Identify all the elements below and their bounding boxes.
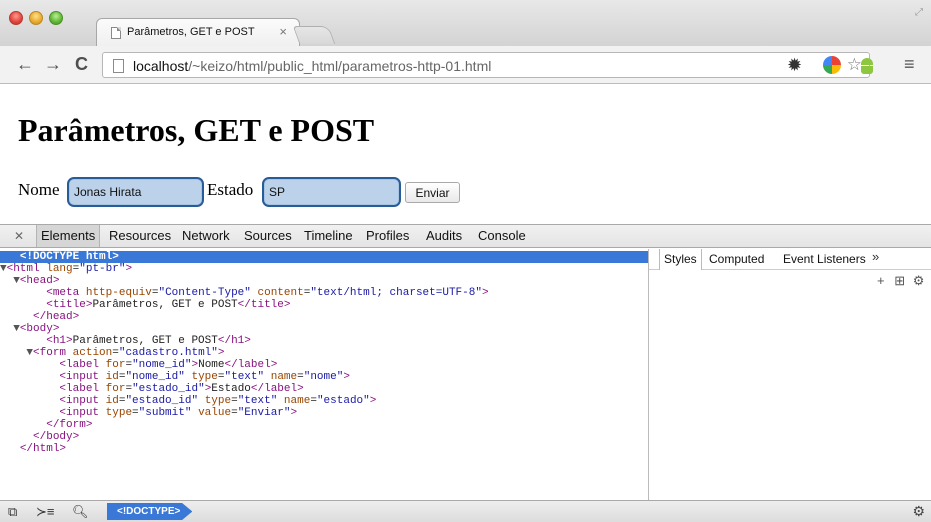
dom-tree-node[interactable]: </form> xyxy=(0,419,648,431)
tab-network[interactable]: Network xyxy=(178,225,234,247)
dom-tree-node[interactable]: <h1>Parâmetros, GET e POST</h1> xyxy=(0,335,648,347)
tab-resources[interactable]: Resources xyxy=(105,225,175,247)
gear-icon[interactable]: ⚙ xyxy=(913,273,925,288)
dom-tree-node[interactable]: <label for="estado_id">Estado</label> xyxy=(0,383,648,395)
page-content: Parâmetros, GET e POST Nome Estado Envia… xyxy=(0,85,931,225)
element-state-icon[interactable]: ⊞ xyxy=(894,273,905,288)
styles-toolbar: + ⊞ ⚙ xyxy=(877,273,924,289)
dom-tree-node[interactable]: ▼<body> xyxy=(0,323,648,335)
elements-tree[interactable]: <!DOCTYPE html> ▼<html lang="pt-br"> ▼<he… xyxy=(0,249,648,500)
page-icon xyxy=(113,59,124,73)
arrow-right-icon[interactable]: → xyxy=(44,54,62,74)
dom-tree-node[interactable]: <meta http-equiv="Content-Type" content=… xyxy=(0,287,648,299)
minimize-window-button[interactable] xyxy=(29,11,43,25)
close-window-button[interactable] xyxy=(9,11,23,25)
tab-profiles[interactable]: Profiles xyxy=(362,225,413,247)
page-heading: Parâmetros, GET e POST xyxy=(18,112,375,148)
fullscreen-icon[interactable]: ⤢ xyxy=(915,7,923,18)
add-rule-icon[interactable]: + xyxy=(877,273,885,288)
dom-tree-node[interactable]: </head> xyxy=(0,311,648,323)
styles-sidebar: Styles Computed Event Listeners » + ⊞ ⚙ xyxy=(648,249,931,500)
dom-tree-node[interactable]: ▼<html lang="pt-br"> xyxy=(0,263,648,275)
dom-tree-node[interactable]: <input type="submit" value="Enviar"> xyxy=(0,407,648,419)
dom-tree-node[interactable]: <input id="nome_id" type="text" name="no… xyxy=(0,371,648,383)
reload-icon[interactable]: C xyxy=(75,54,88,74)
styles-tab-bar: Styles Computed Event Listeners » xyxy=(649,249,931,270)
dom-tree-node[interactable]: </html> xyxy=(0,443,648,455)
color-wheel-extension-icon[interactable] xyxy=(823,56,841,74)
tab-console[interactable]: Console xyxy=(474,225,530,247)
android-extension-icon[interactable] xyxy=(858,56,876,74)
tab-styles[interactable]: Styles xyxy=(659,249,702,270)
devtools-status-bar: ⧉ ≻≡ 🔍︎ <!DOCTYPE> ⚙ xyxy=(0,500,931,522)
arrow-left-icon[interactable]: ← xyxy=(16,54,34,74)
tab-computed[interactable]: Computed xyxy=(705,249,768,270)
menu-icon[interactable]: ≡ xyxy=(904,54,915,75)
url-text[interactable]: localhost/~keizo/html/public_html/parame… xyxy=(133,58,491,74)
dom-tree-node[interactable]: <label for="nome_id">Nome</label> xyxy=(0,359,648,371)
zoom-window-button[interactable] xyxy=(49,11,63,25)
estado-input[interactable] xyxy=(262,177,401,207)
tab-audits[interactable]: Audits xyxy=(422,225,466,247)
tab-sources[interactable]: Sources xyxy=(240,225,296,247)
browser-title-bar: Parâmetros, GET e POST × ⤢ xyxy=(0,0,931,46)
nome-input[interactable] xyxy=(67,177,204,207)
dom-tree-node[interactable]: ▼<head> xyxy=(0,275,648,287)
more-tabs-icon[interactable]: » xyxy=(872,249,879,264)
estado-label: Estado xyxy=(207,180,254,199)
tab-elements[interactable]: Elements xyxy=(36,225,101,247)
page-icon xyxy=(111,27,121,39)
search-icon[interactable]: 🔍︎ xyxy=(72,504,89,520)
tab-timeline[interactable]: Timeline xyxy=(300,225,357,247)
browser-tab[interactable]: Parâmetros, GET e POST × xyxy=(96,18,300,46)
devtools-tab-bar: ✕ Elements Resources Network Sources Tim… xyxy=(0,224,931,248)
dom-tree-node[interactable]: </body> xyxy=(0,431,648,443)
gear-icon[interactable]: ⚙ xyxy=(912,503,925,520)
dock-icon[interactable]: ⧉ xyxy=(8,504,17,520)
console-drawer-icon[interactable]: ≻≡ xyxy=(36,504,54,520)
dom-tree-node[interactable]: ▼<form action="cadastro.html"> xyxy=(0,347,648,359)
gear-icon[interactable]: ✹ xyxy=(787,56,805,74)
enviar-button[interactable]: Enviar xyxy=(405,182,460,203)
dom-tree-node[interactable]: <title>Parâmetros, GET e POST</title> xyxy=(0,299,648,311)
dom-tree-node[interactable]: <input id="estado_id" type="text" name="… xyxy=(0,395,648,407)
dom-tree-node[interactable]: <!DOCTYPE html> xyxy=(0,251,648,263)
close-devtools-icon[interactable]: ✕ xyxy=(14,229,24,243)
tab-close-icon[interactable]: × xyxy=(279,24,287,39)
tab-event-listeners[interactable]: Event Listeners xyxy=(779,249,870,270)
nome-label: Nome xyxy=(18,180,60,199)
new-tab-button[interactable] xyxy=(292,26,336,44)
browser-toolbar: ← → C localhost/~keizo/html/public_html/… xyxy=(0,46,931,84)
breadcrumb[interactable]: <!DOCTYPE> xyxy=(107,503,193,520)
address-bar[interactable]: localhost/~keizo/html/public_html/parame… xyxy=(102,52,870,78)
tab-title: Parâmetros, GET e POST xyxy=(127,26,255,38)
